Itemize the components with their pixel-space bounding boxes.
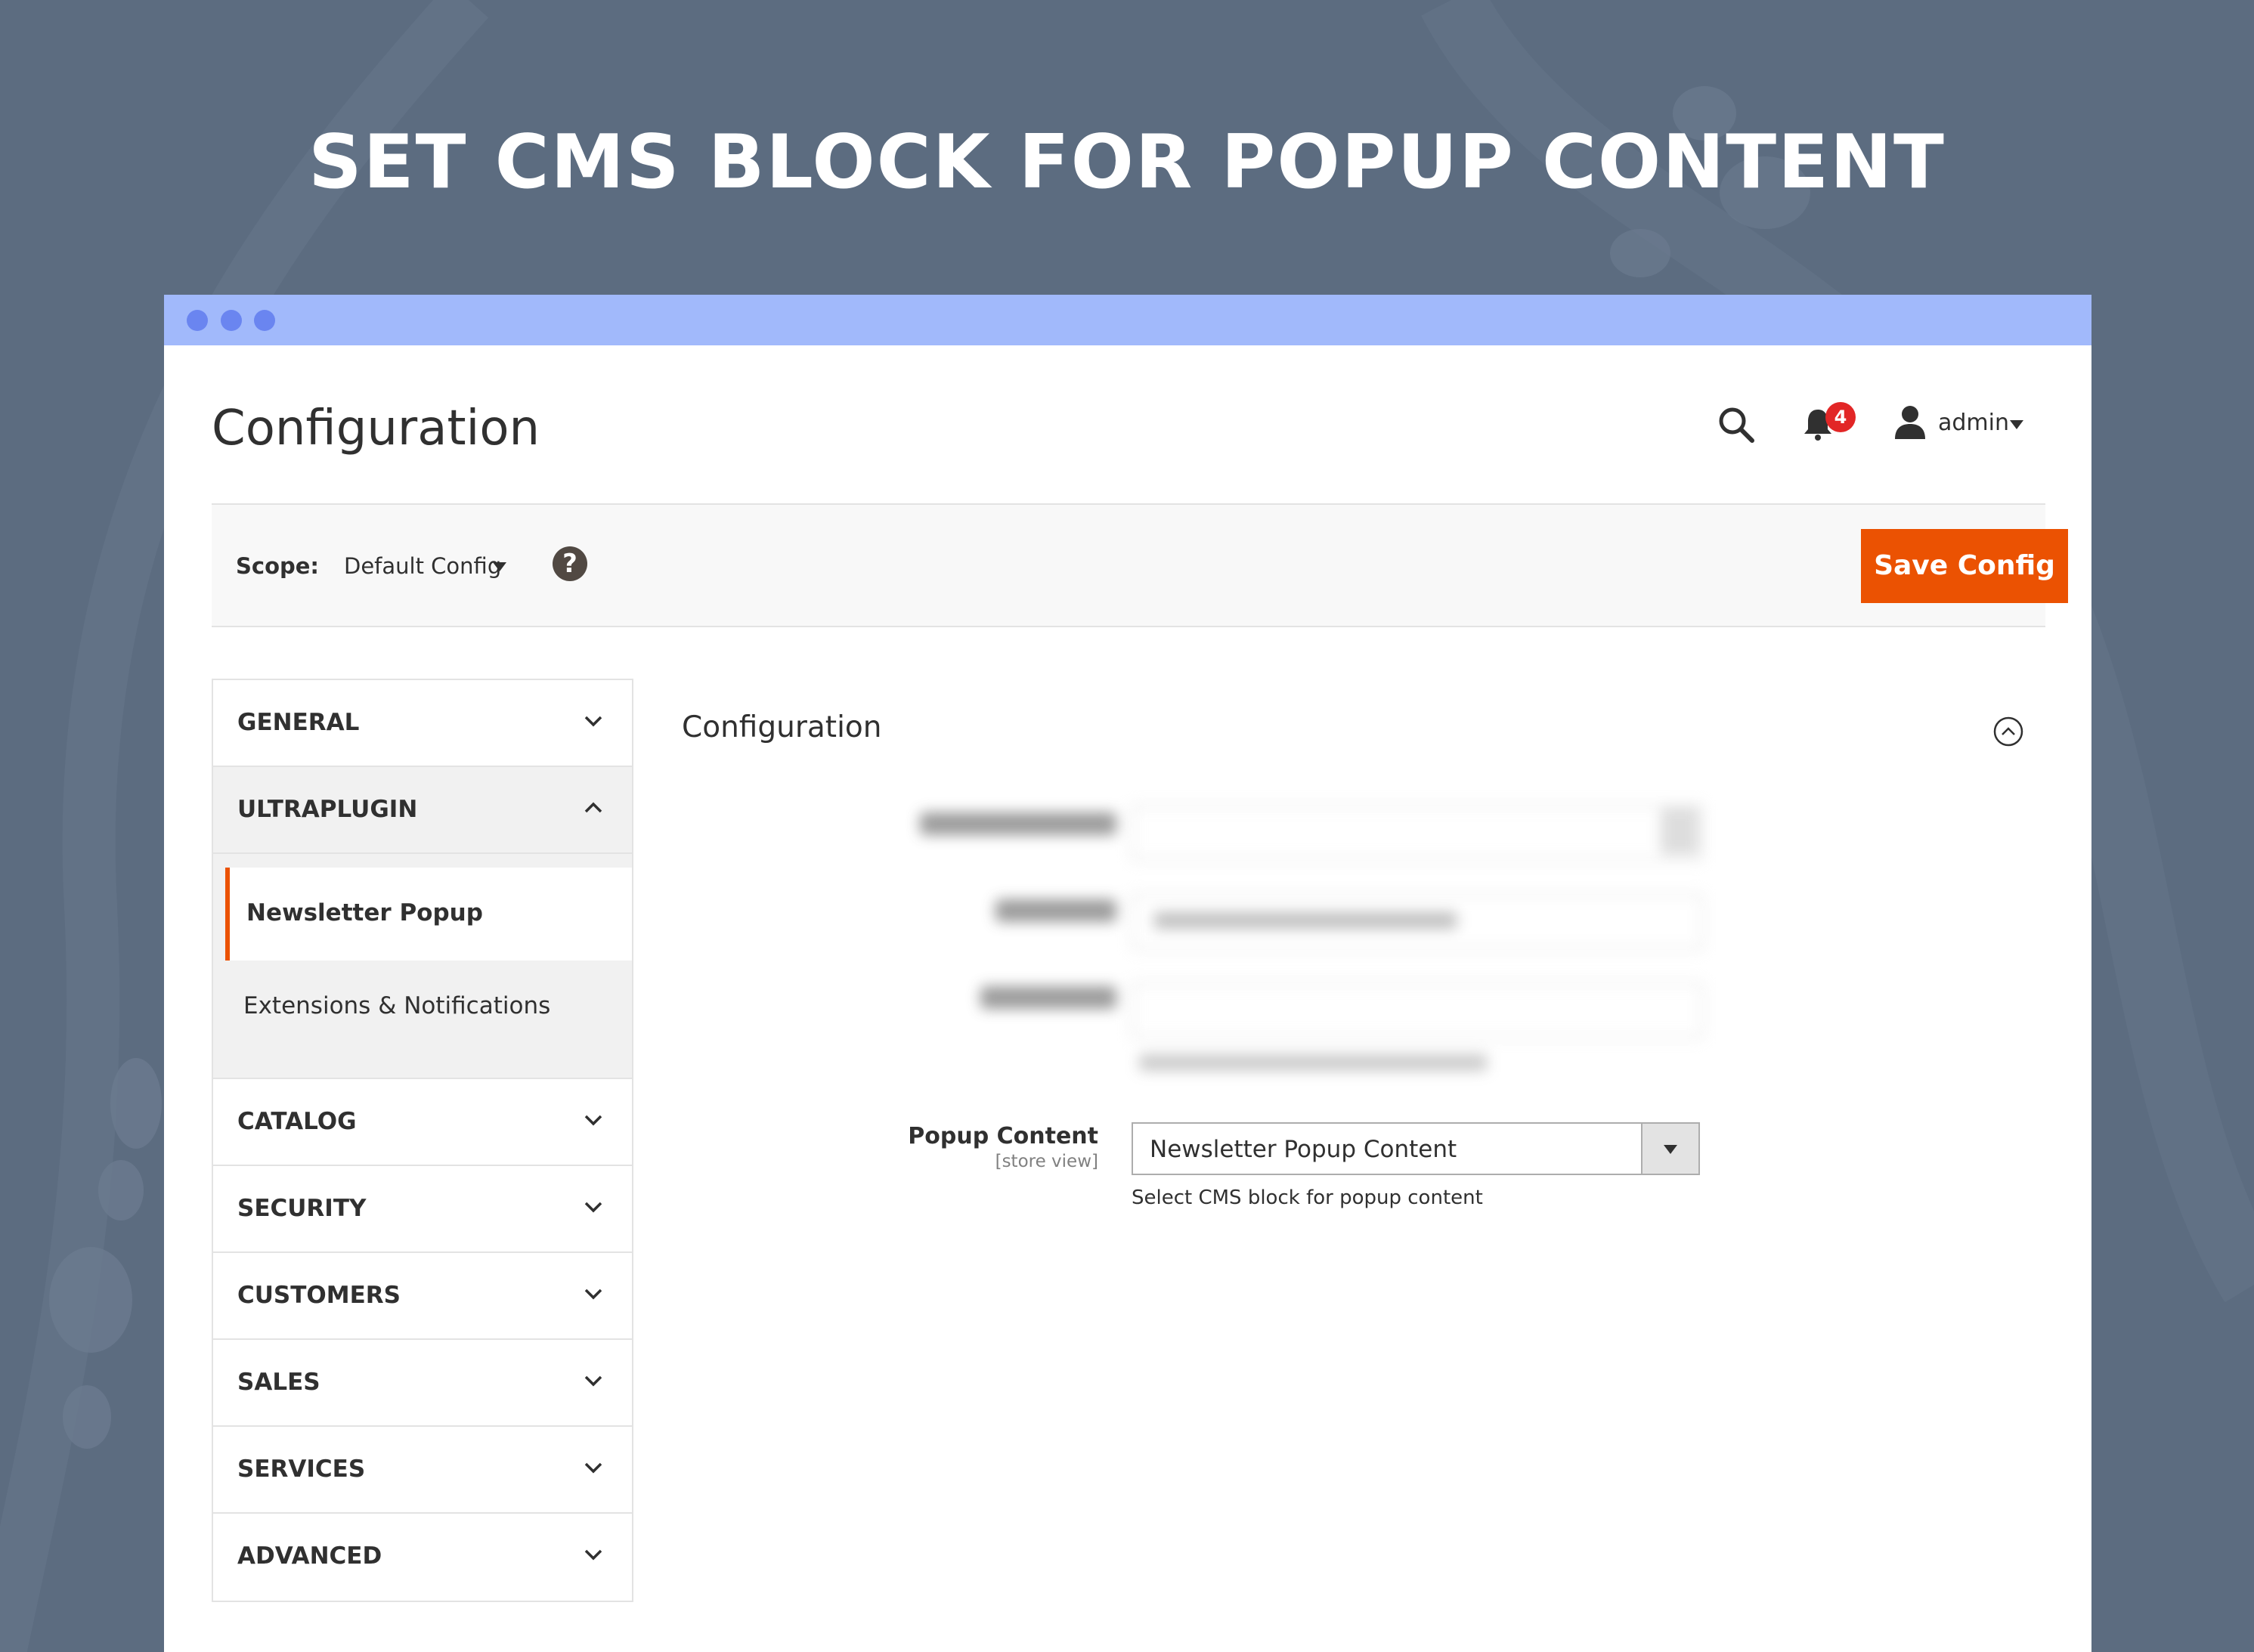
sidebar-item-label: Extensions & Notifications (243, 992, 551, 1019)
app-window: Configuration 4 admin Scope: Default Con… (164, 295, 2091, 1652)
sidebar-item-extensions-notifications[interactable]: Extensions & Notifications (213, 961, 632, 1053)
chevron-down-icon (584, 1115, 602, 1126)
blurred-select-arrow (1661, 808, 1698, 855)
tab-label: SECURITY (237, 1195, 367, 1222)
chevron-up-icon (584, 802, 602, 813)
blurred-label (980, 986, 1116, 1009)
blurred-note (1139, 1054, 1487, 1071)
tab-catalog[interactable]: CATALOG (213, 1079, 632, 1166)
tab-label: SERVICES (237, 1456, 366, 1483)
tab-label: CUSTOMERS (237, 1282, 401, 1309)
blurred-input-text (1154, 912, 1457, 929)
ultraplugin-items: Newsletter Popup Extensions & Notificati… (213, 854, 632, 1079)
tab-sales[interactable]: SALES (213, 1340, 632, 1427)
tab-label: GENERAL (237, 709, 360, 736)
blurred-settings (905, 805, 1887, 1092)
tab-label: SALES (237, 1369, 320, 1396)
blurred-select (1132, 805, 1703, 861)
caret-down-icon (1664, 1145, 1677, 1154)
chevron-down-icon (584, 1375, 602, 1387)
user-icon[interactable] (1893, 404, 1927, 439)
tab-general[interactable]: GENERAL (213, 680, 632, 767)
tab-customers[interactable]: CUSTOMERS (213, 1253, 632, 1340)
window-titlebar (164, 295, 2091, 345)
tab-services[interactable]: SERVICES (213, 1427, 632, 1514)
config-sidebar: GENERAL ULTRAPLUGIN Newsletter Popup Ext… (212, 679, 633, 1602)
scope-bar: Scope: Default Config ? Save Config (212, 503, 2068, 627)
notification-badge[interactable]: 4 (1825, 402, 1856, 432)
window-dot-maximize[interactable] (254, 310, 275, 331)
blurred-label (920, 812, 1116, 835)
section-title: Configuration (682, 710, 882, 744)
chevron-down-icon (584, 1202, 602, 1213)
caret-down-icon[interactable] (493, 562, 506, 571)
chevron-down-icon (584, 716, 602, 727)
admin-user-menu[interactable]: admin (1938, 410, 2009, 436)
caret-down-icon[interactable] (2010, 420, 2023, 429)
save-config-button[interactable]: Save Config (1861, 529, 2068, 603)
chevron-down-icon (584, 1549, 602, 1561)
hero-title: SET CMS BLOCK FOR POPUP CONTENT (308, 119, 1946, 206)
sidebar-item-label: Newsletter Popup (246, 899, 483, 927)
popup-content-label: Popup Content (908, 1123, 1098, 1149)
window-dot-minimize[interactable] (221, 310, 242, 331)
popup-content-scope: [store view] (995, 1152, 1098, 1171)
chevron-down-icon (584, 1288, 602, 1300)
search-icon[interactable] (1716, 404, 1757, 445)
tab-label: ULTRAPLUGIN (237, 796, 418, 823)
window-dot-close[interactable] (187, 310, 208, 331)
scope-label: Scope: (236, 553, 320, 579)
tab-label: ADVANCED (237, 1542, 382, 1570)
sidebar-item-newsletter-popup[interactable]: Newsletter Popup (225, 868, 632, 961)
select-value: Newsletter Popup Content (1150, 1136, 1457, 1163)
page-title: Configuration (212, 401, 540, 456)
chevron-down-icon (584, 1462, 602, 1474)
popup-content-note: Select CMS block for popup content (1132, 1186, 1483, 1209)
scope-switcher[interactable]: Default Config (344, 553, 501, 579)
help-icon[interactable]: ? (553, 546, 587, 581)
tab-ultraplugin[interactable]: ULTRAPLUGIN (213, 767, 632, 854)
popup-content-select[interactable]: Newsletter Popup Content (1132, 1122, 1700, 1175)
collapse-circle-icon[interactable] (1992, 715, 2025, 748)
tab-security[interactable]: SECURITY (213, 1166, 632, 1253)
blurred-input (1132, 982, 1703, 1038)
tab-advanced[interactable]: ADVANCED (213, 1514, 632, 1601)
tab-label: CATALOG (237, 1108, 357, 1135)
blurred-label (995, 899, 1116, 922)
select-toggle[interactable] (1641, 1124, 1698, 1174)
